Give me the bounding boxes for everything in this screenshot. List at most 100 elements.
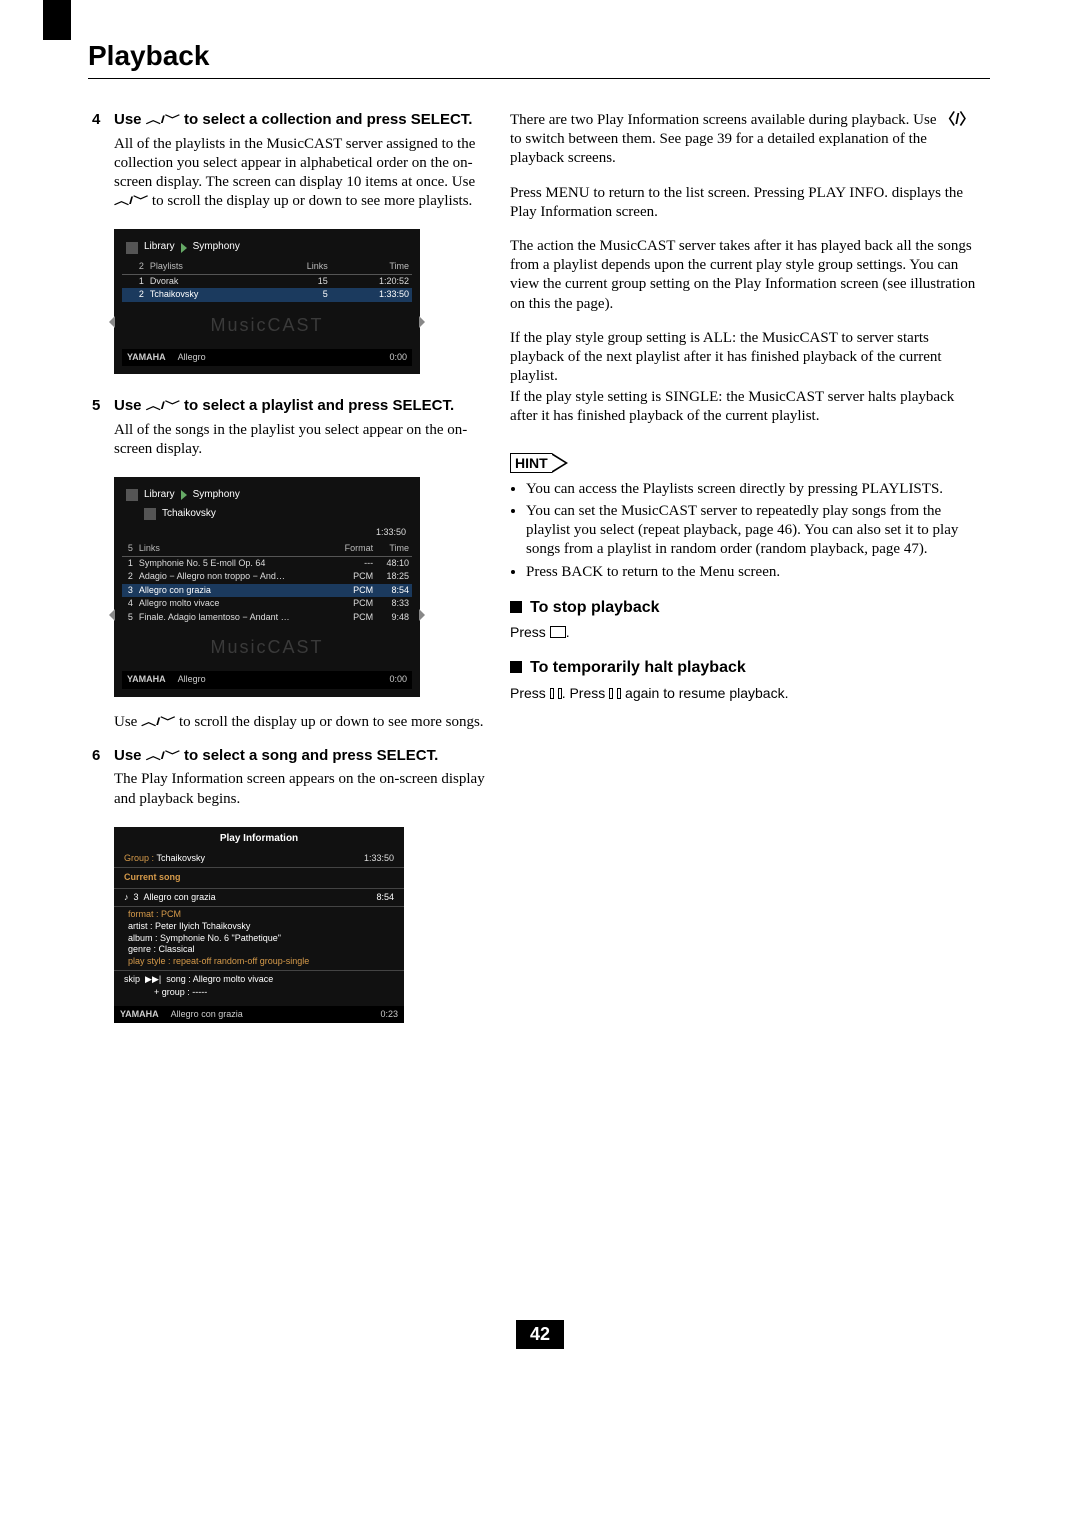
status-bar: YAMAHA Allegro 0:00 [122,671,412,689]
play-style: play style : repeat-off random-off group… [128,956,390,968]
step-title: Use ︿/﹀ to select a song and press SELEC… [114,746,492,766]
list-item: You can set the MusicCAST server to repe… [526,502,980,560]
page-number-value: 42 [516,1320,564,1349]
crumb: Symphony [193,489,240,502]
status-bar: YAMAHA Allegro con grazia 0:23 [114,1006,404,1024]
library-icon [126,489,138,501]
skip-song: song : Allegro molto vivace [166,974,273,984]
table-row-selected: 2 Tchaikovsky 5 1:33:50 [122,288,412,302]
hint-list: You can access the Playlists screen dire… [510,480,980,582]
cell: 8:54 [376,584,412,598]
brand: YAMAHA [127,352,166,364]
cell: 9:48 [376,611,412,625]
text: to switch between them. See page 39 for … [510,131,927,166]
artist: artist : Peter Ilyich Tchaikovsky [128,921,390,933]
arrow-icon [552,453,568,473]
playlist-table: 2 Playlists Links Time 1 Dvorak 15 1:20:… [122,260,412,302]
paragraph: There are two Play Information screens a… [510,110,980,169]
brand: YAMAHA [127,674,166,686]
table-row: 5 Finale. Adagio lamentoso − Andant … PC… [122,611,412,625]
cell: 1:20:52 [331,274,412,288]
text: Use [114,111,146,128]
text: Press [510,685,550,701]
genre: genre : Classical [128,944,390,956]
status-bar: YAMAHA Allegro 0:00 [122,349,412,367]
stop-icon [550,626,566,638]
page-number: 42 [0,1320,1080,1349]
value: Tchaikovsky [157,853,206,863]
status-track: Allegro [178,352,206,364]
cell: Allegro molto vivace [136,597,333,611]
status-track: Allegro [178,674,206,686]
step-body: All of the songs in the playlist you sel… [114,421,492,459]
step-6: 6 Use ︿/﹀ to select a song and press SEL… [92,746,492,809]
scroll-hint: Use ︿/﹀ to scroll the display up or down… [114,713,492,732]
heading-text: To temporarily halt playback [530,659,746,676]
table-row: 1 Dvorak 15 1:20:52 [122,274,412,288]
cell: --- [333,556,376,570]
watermark: MusicCAST [122,624,412,663]
cell: Allegro con grazia [136,584,333,598]
stop-playback-body: Press . [510,624,980,642]
skip-label: skip [124,974,140,984]
track-num: 3 [134,892,139,902]
crumb: Library [144,489,175,502]
text: Use [114,747,146,764]
cell: PCM [333,611,376,625]
table-row: 4 Allegro molto vivace PCM 8:33 [122,597,412,611]
left-scroll-icon [109,609,115,621]
list-item: Press BACK to return to the Menu screen. [526,563,980,582]
cell: Symphonie No. 5 E-moll Op. 64 [136,556,333,570]
cell: 5 [122,611,136,625]
skip-row: skip ▶▶| song : Allegro molto vivace [114,973,404,987]
track-time: 8:54 [376,892,394,904]
skip-group-row: + group : ----- [114,986,404,1000]
square-bullet-icon [510,661,522,673]
screenshot-collection-list: Library Symphony 2 Playlists Links Time … [114,229,420,374]
page-title: Playback [88,40,209,72]
text: Use [114,714,141,730]
step-num: 5 [92,396,114,416]
list-item: You can access the Playlists screen dire… [526,480,980,499]
crumb: Symphony [193,241,240,254]
screenshot-song-list: Library Symphony Tchaikovsky 1:33:50 5 L… [114,477,420,697]
pause-playback-body: Press . Press again to resume playback. [510,685,980,703]
text: to select a collection and press SELECT. [180,111,473,128]
crumb: Library [144,241,175,254]
cell: 48:10 [376,556,412,570]
library-icon [126,242,138,254]
right-scroll-icon [419,609,425,621]
current-song-label: Current song [114,870,404,886]
total-time: 1:33:50 [364,853,394,865]
text: to select a playlist and press SELECT. [180,397,454,414]
text: . Press [562,685,609,701]
paragraph: The action the MusicCAST server takes af… [510,237,980,314]
hint-block: HINT You can access the Playlists screen… [510,453,980,582]
square-bullet-icon [510,601,522,613]
stop-playback-heading: To stop playback [510,598,980,618]
left-scroll-icon [109,316,115,328]
pi-title: Play Information [114,827,404,852]
text: All of the playlists in the MusicCAST se… [114,136,475,190]
cell: 3 [122,584,136,598]
col-count: 2 [122,260,147,274]
chevron-right-icon [181,243,187,253]
cell: 1 [122,556,136,570]
text: to scroll the display up or down to see … [148,193,472,209]
step-4: 4 Use ︿/﹀ to select a collection and pre… [92,110,492,211]
step-title: Use ︿/﹀ to select a playlist and press S… [114,396,492,416]
text: to scroll the display up or down to see … [175,714,483,730]
paragraph: If the play style group setting is ALL: … [510,329,980,387]
cell: 2 [122,288,147,302]
crumb: Tchaikovsky [162,508,216,521]
pause-icon [609,688,621,699]
total-time: 1:33:50 [122,527,412,543]
table-row: 1 Symphonie No. 5 E-moll Op. 64 --- 48:1… [122,556,412,570]
paragraph: Press MENU to return to the list screen.… [510,184,980,222]
col-time: Time [331,260,412,274]
cell: Tchaikovsky [147,288,270,302]
text: Use [114,397,146,414]
current-track-row: ♪ 3 Allegro con grazia 8:54 [114,891,404,905]
col-name: Playlists [147,260,270,274]
cell: 4 [122,597,136,611]
